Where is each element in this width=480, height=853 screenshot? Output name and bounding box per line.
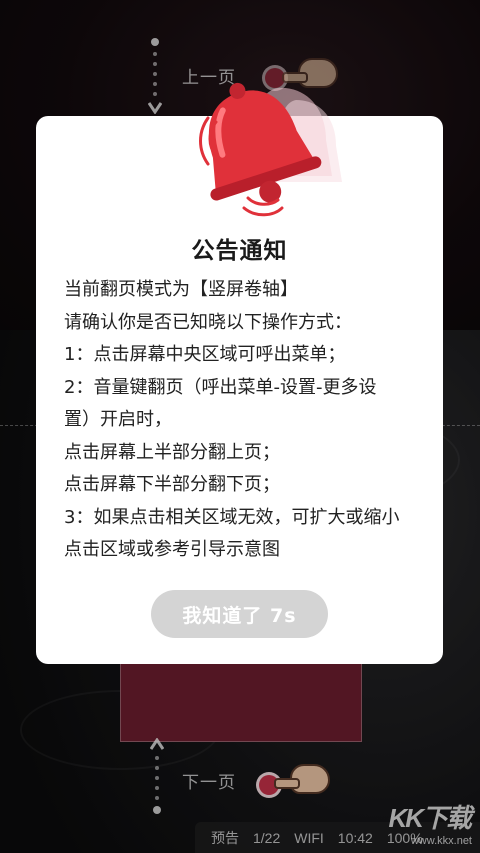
bell-icon <box>186 78 356 218</box>
dialog-line: 请确认你是否已知晓以下操作方式： <box>64 311 352 333</box>
dialog-line: 点击区域或参考引导示意图 <box>64 539 280 560</box>
dialog-message: 当前翻页模式为【竖屏卷轴】 请确认你是否已知晓以下操作方式： 1：点击屏幕中央区… <box>64 274 424 567</box>
dialog-line: 3：如果点击相关区域无效，可扩大或缩小 <box>64 506 400 528</box>
dialog-line: 2：音量键翻页（呼出菜单-设置-更多设 <box>64 376 377 398</box>
dialog-line: 点击屏幕上半部分翻上页； <box>64 441 280 463</box>
dialog-line: 当前翻页模式为【竖屏卷轴】 <box>64 279 298 300</box>
dialog-line: 点击屏幕下半部分翻下页； <box>64 474 280 495</box>
dialog-title: 公告通知 <box>191 238 288 264</box>
acknowledge-button[interactable]: 我知道了 7s <box>151 590 328 638</box>
notice-dialog: 公告通知 当前翻页模式为【竖屏卷轴】 请确认你是否已知晓以下操作方式： 1：点击… <box>36 82 443 664</box>
dialog-line: 1：点击屏幕中央区域可呼出菜单； <box>64 344 346 365</box>
dialog-line: 置）开启时， <box>64 409 172 430</box>
